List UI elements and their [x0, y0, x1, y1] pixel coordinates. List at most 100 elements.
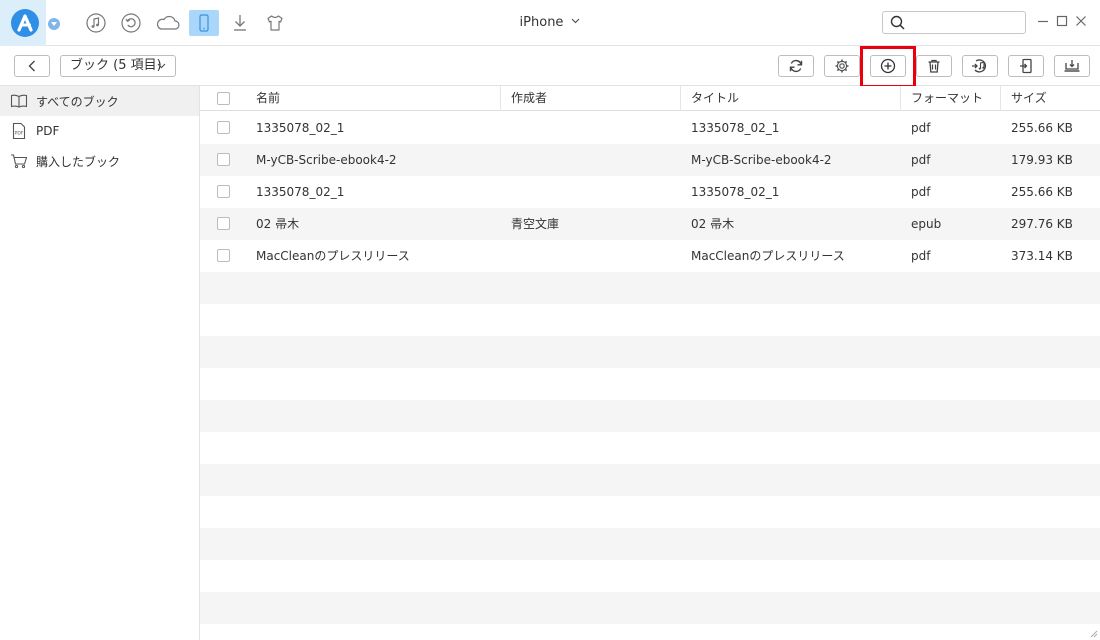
sidebar-item-purchased[interactable]: 購入したブック — [0, 146, 199, 176]
device-icon[interactable] — [189, 10, 219, 36]
sidebar: すべてのブック PDF PDF 購入したブック — [0, 86, 200, 640]
cell-size: 255.66 KB — [1011, 185, 1073, 199]
empty-row — [200, 336, 1100, 368]
svg-text:PDF: PDF — [15, 131, 24, 137]
cell-format: epub — [911, 217, 942, 231]
resize-grip-icon[interactable] — [1088, 628, 1098, 638]
column-header-size[interactable]: サイズ — [1001, 86, 1100, 111]
cell-title: 1335078_02_1 — [691, 121, 780, 135]
row-checkbox[interactable] — [217, 121, 230, 134]
row-checkbox[interactable] — [217, 249, 230, 262]
row-checkbox[interactable] — [217, 217, 230, 230]
empty-row — [200, 464, 1100, 496]
music-icon[interactable] — [83, 10, 109, 36]
cell-name: 02 帚木 — [256, 217, 300, 231]
cell-name: MacCleanのプレスリリース — [256, 249, 410, 263]
table-row[interactable]: 1335078_02_1 1335078_02_1 pdf 255.66 KB — [200, 112, 1100, 144]
cell-size: 255.66 KB — [1011, 121, 1073, 135]
cell-name: M-yCB-Scribe-ebook4-2 — [256, 153, 397, 167]
category-label: ブック (5 項目) — [70, 58, 162, 73]
to-computer-icon — [1064, 60, 1080, 72]
empty-row — [200, 592, 1100, 624]
sidebar-item-all-books[interactable]: すべてのブック — [0, 86, 199, 116]
delete-button[interactable] — [916, 55, 952, 77]
table-row[interactable]: 02 帚木 青空文庫 02 帚木 epub 297.76 KB — [200, 208, 1100, 240]
maximize-icon[interactable] — [1055, 14, 1069, 28]
to-device-icon — [1020, 58, 1032, 74]
toolbar: ブック (5 項目) — [0, 46, 1100, 86]
highlight-frame — [860, 46, 916, 88]
app-logo[interactable] — [0, 0, 46, 46]
empty-row — [200, 624, 1100, 640]
to-itunes-button[interactable] — [962, 55, 998, 77]
search-box[interactable] — [882, 11, 1026, 34]
refresh-button[interactable] — [778, 55, 814, 77]
cell-author — [511, 144, 676, 176]
table-header: 名前 作成者 タイトル フォーマット サイズ — [200, 86, 1100, 111]
app-logo-icon — [11, 9, 39, 37]
book-table: 名前 作成者 タイトル フォーマット サイズ 1335078_02_1 1335… — [200, 86, 1100, 640]
cell-format: pdf — [911, 249, 931, 263]
cell-author — [511, 240, 676, 272]
title-bar: iPhone — [0, 0, 1100, 46]
column-header-format[interactable]: フォーマット — [901, 86, 1001, 111]
column-header-name[interactable]: 名前 — [246, 86, 501, 111]
cell-author: 青空文庫 — [511, 217, 560, 231]
column-header-author[interactable]: 作成者 — [501, 86, 681, 111]
cell-size: 179.93 KB — [1011, 153, 1073, 167]
empty-row — [200, 368, 1100, 400]
chevron-down-icon[interactable] — [571, 18, 580, 24]
refresh-icon — [789, 59, 803, 73]
cell-format: pdf — [911, 121, 931, 135]
row-checkbox[interactable] — [217, 153, 230, 166]
table-row[interactable]: M-yCB-Scribe-ebook4-2 M-yCB-Scribe-ebook… — [200, 144, 1100, 176]
sidebar-item-pdf[interactable]: PDF PDF — [0, 116, 199, 146]
download-icon[interactable] — [227, 10, 253, 36]
cell-size: 373.14 KB — [1011, 249, 1073, 263]
cell-name: 1335078_02_1 — [256, 185, 345, 199]
trash-icon — [928, 59, 940, 73]
sidebar-item-label: すべてのブック — [36, 94, 119, 109]
select-all-checkbox[interactable] — [217, 92, 230, 105]
search-input[interactable] — [909, 14, 1019, 31]
cell-title: 02 帚木 — [691, 217, 735, 231]
empty-row — [200, 272, 1100, 304]
empty-row — [200, 496, 1100, 528]
to-device-button[interactable] — [1008, 55, 1044, 77]
close-icon[interactable] — [1074, 14, 1088, 28]
cell-format: pdf — [911, 153, 931, 167]
chevron-left-icon — [28, 60, 35, 72]
to-computer-button[interactable] — [1054, 55, 1090, 77]
sidebar-item-label: 購入したブック — [36, 154, 121, 169]
empty-row — [200, 560, 1100, 592]
sidebar-item-label: PDF — [36, 124, 60, 138]
settings-button[interactable] — [824, 55, 860, 77]
category-dropdown[interactable]: ブック (5 項目) — [60, 55, 176, 77]
table-row[interactable]: MacCleanのプレスリリース MacCleanのプレスリリース pdf 37… — [200, 240, 1100, 272]
minimize-icon[interactable] — [1036, 14, 1050, 28]
table-row[interactable]: 1335078_02_1 1335078_02_1 pdf 255.66 KB — [200, 176, 1100, 208]
device-name[interactable]: iPhone — [520, 15, 564, 30]
restore-icon[interactable] — [118, 10, 144, 36]
row-checkbox[interactable] — [217, 185, 230, 198]
book-icon — [10, 92, 28, 110]
cell-title: MacCleanのプレスリリース — [691, 249, 845, 263]
settings-icon — [835, 59, 849, 73]
back-button[interactable] — [14, 55, 50, 77]
empty-row — [200, 400, 1100, 432]
cell-author — [511, 176, 676, 208]
empty-row — [200, 432, 1100, 464]
chevron-down-icon — [157, 63, 166, 69]
column-header-title[interactable]: タイトル — [681, 86, 901, 111]
cell-author — [511, 112, 676, 144]
shirt-icon[interactable] — [262, 10, 288, 36]
empty-row — [200, 528, 1100, 560]
cloud-icon[interactable] — [154, 10, 182, 36]
pdf-icon: PDF — [10, 122, 28, 140]
app-menu-chevron-icon[interactable] — [48, 18, 60, 30]
to-itunes-icon — [972, 59, 987, 73]
empty-row — [200, 304, 1100, 336]
cell-name: 1335078_02_1 — [256, 121, 345, 135]
cell-title: 1335078_02_1 — [691, 185, 780, 199]
cart-icon — [10, 152, 28, 170]
